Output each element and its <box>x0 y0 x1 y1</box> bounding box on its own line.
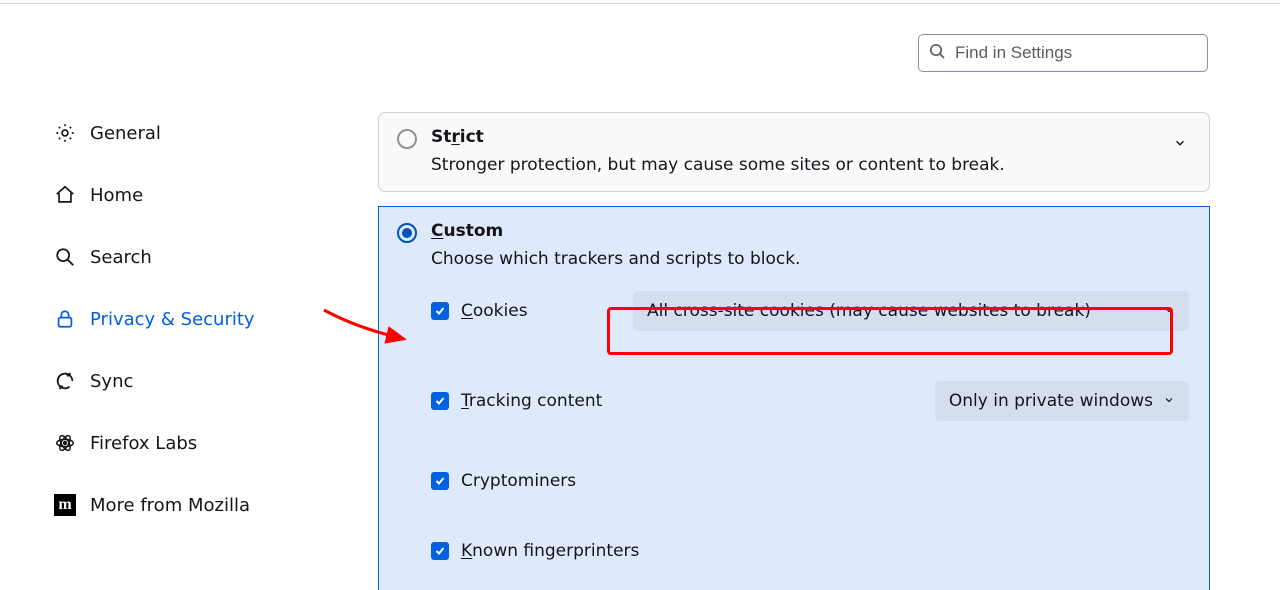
sidebar-item-label: Firefox Labs <box>90 433 197 454</box>
sidebar-item-home[interactable]: Home <box>50 171 300 219</box>
atom-icon <box>54 432 76 454</box>
radio-strict[interactable] <box>397 129 417 149</box>
sidebar-item-label: Home <box>90 185 143 206</box>
sidebar-item-label: Sync <box>90 371 133 392</box>
sidebar-item-sync[interactable]: Sync <box>50 357 300 405</box>
sidebar-item-more-mozilla[interactable]: m More from Mozilla <box>50 481 300 529</box>
chevron-down-icon[interactable] <box>1173 135 1187 155</box>
search-icon <box>929 43 945 64</box>
chevron-down-icon <box>1163 391 1175 411</box>
option-fingerprinters: Known fingerprinters <box>431 541 1189 561</box>
sidebar-item-general[interactable]: General <box>50 109 300 157</box>
custom-title: Custom <box>431 221 800 241</box>
option-fingerprinters-label: Known fingerprinters <box>461 541 639 561</box>
strict-title: Strict <box>431 127 1005 147</box>
home-icon <box>54 184 76 206</box>
cookies-dropdown-value: All cross-site cookies (may cause websit… <box>647 301 1091 321</box>
lock-icon <box>54 308 76 330</box>
sidebar-item-label: More from Mozilla <box>90 495 250 516</box>
sidebar-item-firefox-labs[interactable]: Firefox Labs <box>50 419 300 467</box>
option-cryptominers: Cryptominers <box>431 471 1189 491</box>
sidebar: General Home Search <box>0 4 300 590</box>
main-panel: Strict Stronger protection, but may caus… <box>378 4 1210 590</box>
checkbox-cryptominers[interactable] <box>431 472 449 490</box>
option-tracking-label: Tracking content <box>461 391 602 411</box>
sidebar-item-label: Search <box>90 247 152 268</box>
checkbox-fingerprinters[interactable] <box>431 542 449 560</box>
mozilla-icon: m <box>54 494 76 516</box>
sidebar-item-label: Privacy & Security <box>90 309 255 330</box>
tracking-dropdown[interactable]: Only in private windows <box>935 381 1189 421</box>
cookies-dropdown[interactable]: All cross-site cookies (may cause websit… <box>633 291 1189 331</box>
radio-custom[interactable] <box>397 223 417 243</box>
search-input-wrap[interactable] <box>918 34 1208 72</box>
tracking-dropdown-value: Only in private windows <box>949 391 1153 411</box>
checkbox-cookies[interactable] <box>431 302 449 320</box>
sidebar-item-search[interactable]: Search <box>50 233 300 281</box>
option-cookies-label: Cookies <box>461 301 528 321</box>
option-tracking: Tracking content Only in private windows <box>431 381 1189 421</box>
protection-level-custom[interactable]: Custom Choose which trackers and scripts… <box>378 206 1210 590</box>
option-cookies: Cookies All cross-site cookies (may caus… <box>431 291 1189 331</box>
sync-icon <box>54 370 76 392</box>
strict-description: Stronger protection, but may cause some … <box>431 155 1005 175</box>
search-icon <box>54 246 76 268</box>
sidebar-item-label: General <box>90 123 161 144</box>
gear-icon <box>54 122 76 144</box>
sidebar-item-privacy-security[interactable]: Privacy & Security <box>50 295 300 343</box>
protection-level-strict[interactable]: Strict Stronger protection, but may caus… <box>378 112 1210 192</box>
chevron-down-icon <box>1163 301 1175 321</box>
option-cryptominers-label: Cryptominers <box>461 471 576 491</box>
custom-description: Choose which trackers and scripts to blo… <box>431 249 800 269</box>
checkbox-tracking[interactable] <box>431 392 449 410</box>
search-input[interactable] <box>953 42 1197 64</box>
